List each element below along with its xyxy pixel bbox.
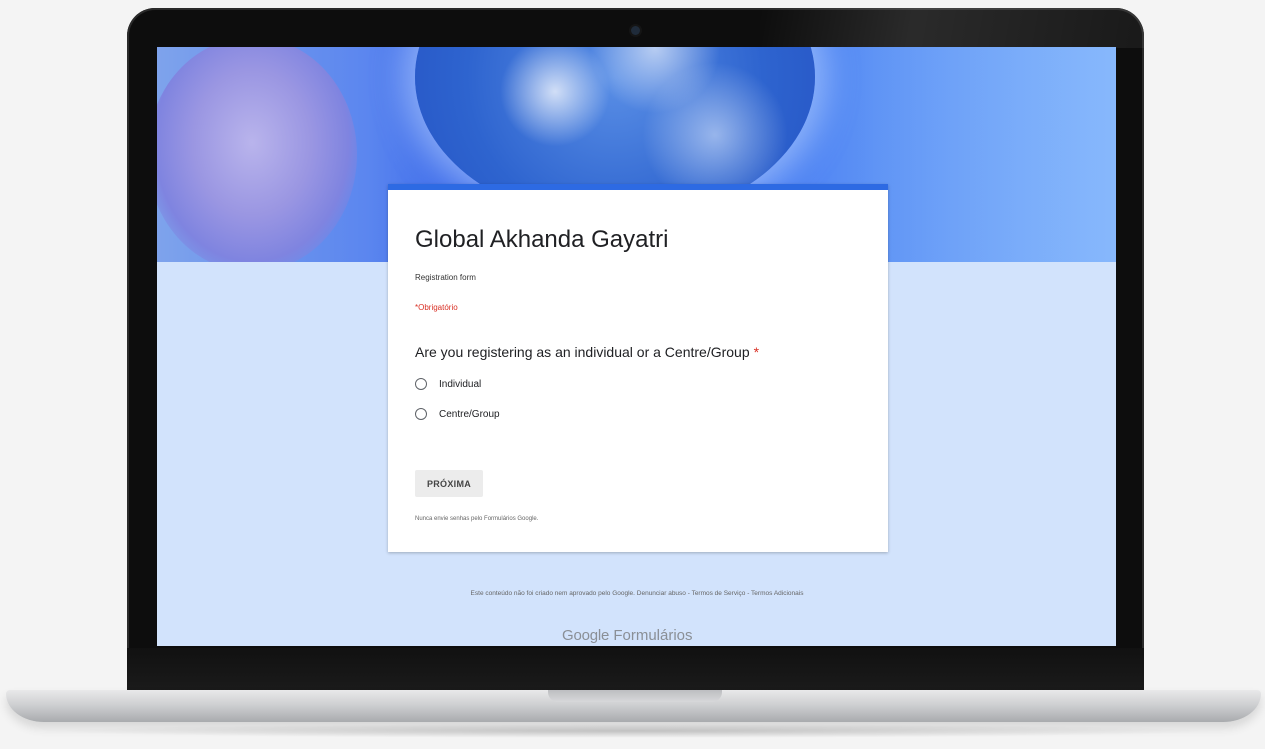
header-portrait-image	[157, 47, 357, 262]
question-title: Are you registering as an individual or …	[415, 344, 759, 360]
logo-google-text: Google	[562, 627, 610, 644]
laptop-shadow	[40, 724, 1225, 738]
next-button[interactable]: PRÓXIMA	[415, 470, 483, 497]
radio-unchecked-icon[interactable]	[415, 378, 427, 390]
form-title: Global Akhanda Gayatri	[415, 226, 669, 253]
logo-product-text: Formulários	[613, 627, 693, 644]
question-text: Are you registering as an individual or …	[415, 344, 750, 360]
option-individual[interactable]: Individual	[415, 378, 481, 390]
option-label: Individual	[439, 378, 482, 390]
password-warning: Nunca envie senhas pelo Formulários Goog…	[415, 516, 539, 522]
webcam-icon	[631, 26, 640, 35]
option-centre-group[interactable]: Centre/Group	[415, 408, 500, 420]
screen: Global Akhanda Gayatri Registration form…	[157, 47, 1116, 646]
required-note: *Obrigatório	[415, 303, 458, 312]
google-forms-logo[interactable]: Google Formulários	[562, 627, 693, 644]
required-asterisk: *	[753, 344, 760, 360]
laptop-bezel	[127, 648, 1144, 693]
header-glow	[857, 47, 1116, 262]
radio-unchecked-icon[interactable]	[415, 408, 427, 420]
form-card: Global Akhanda Gayatri Registration form…	[388, 184, 888, 552]
lid-reflection	[760, 8, 1144, 48]
form-description: Registration form	[415, 273, 476, 282]
footer-disclaimer[interactable]: Este conteúdo não foi criado nem aprovad…	[417, 589, 857, 598]
option-label: Centre/Group	[439, 408, 500, 420]
laptop-notch	[548, 690, 722, 702]
